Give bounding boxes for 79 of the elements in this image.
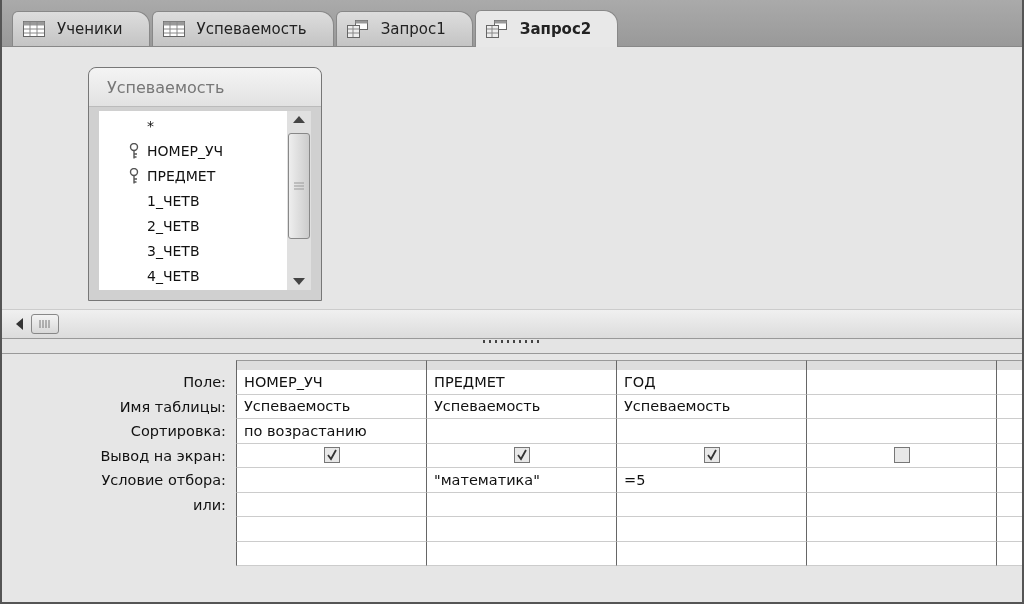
tab[interactable]: Запрос1 <box>335 11 473 46</box>
grid-cell[interactable] <box>996 492 1022 517</box>
row-label: Условие отбора: <box>101 471 226 490</box>
grid-cell[interactable] <box>806 419 996 444</box>
grid-cell[interactable] <box>616 541 806 566</box>
row-label: Поле: <box>183 373 226 392</box>
column-selector[interactable] <box>236 360 426 371</box>
field-list-item[interactable]: 1_ЧЕТВ <box>127 188 200 213</box>
row-label: Сортировка: <box>130 422 226 441</box>
grid-cell[interactable] <box>996 517 1022 542</box>
grid-cell[interactable] <box>996 468 1022 493</box>
grid-cell[interactable] <box>806 541 996 566</box>
grid-cell[interactable] <box>236 492 426 517</box>
grid-cell[interactable]: по возрастанию <box>236 419 426 444</box>
grid-cell[interactable] <box>236 468 426 493</box>
grid-cell[interactable] <box>996 443 1022 468</box>
grid-cell[interactable]: ПРЕДМЕТ <box>426 370 616 395</box>
grid-cell[interactable] <box>996 370 1022 395</box>
grid-cell[interactable] <box>616 443 806 468</box>
scroll-down-icon[interactable] <box>293 278 305 286</box>
grid-cell[interactable] <box>236 541 426 566</box>
field-list-item[interactable]: 2_ЧЕТВ <box>127 213 200 238</box>
field-list-item[interactable]: * <box>127 113 154 138</box>
grid-cell[interactable] <box>806 394 996 419</box>
show-checkbox[interactable] <box>513 447 530 464</box>
field-list-item[interactable]: 3_ЧЕТВ <box>127 238 200 263</box>
scrollbar-thumb[interactable] <box>31 314 59 334</box>
tab[interactable]: Ученики <box>12 11 150 46</box>
grid-cell[interactable] <box>806 443 996 468</box>
grip-icon <box>39 320 51 328</box>
grid-cell[interactable] <box>616 517 806 542</box>
grid-cell[interactable] <box>996 419 1022 444</box>
scroll-up-icon[interactable] <box>293 115 305 123</box>
grid-cell[interactable] <box>616 492 806 517</box>
row-label: Имя таблицы: <box>119 397 226 417</box>
grid-cell[interactable]: Успеваемость <box>426 394 616 419</box>
grid-cell[interactable] <box>996 541 1022 566</box>
grid-cell[interactable] <box>996 394 1022 419</box>
show-checkbox[interactable] <box>703 447 720 464</box>
grid-cell[interactable] <box>426 492 616 517</box>
field-list-title: Успеваемость <box>89 68 321 107</box>
grip-icon <box>294 182 304 190</box>
field-list-item[interactable]: 4_ЧЕТВ <box>127 263 200 288</box>
grid-cell[interactable] <box>426 419 616 444</box>
column-selector[interactable] <box>426 360 616 371</box>
row-label: Вывод на экран: <box>100 446 226 466</box>
grid-cell[interactable] <box>616 419 806 444</box>
splitter-grip-icon[interactable] <box>482 339 542 344</box>
show-checkbox[interactable] <box>323 447 340 464</box>
query-icon <box>485 20 508 38</box>
grid-cell[interactable] <box>236 517 426 542</box>
grid-cell[interactable]: "математика" <box>426 468 616 493</box>
grid-cell[interactable] <box>236 443 426 468</box>
grid-cell[interactable] <box>426 541 616 566</box>
field-list-item[interactable]: ПРЕДМЕТ <box>127 163 216 188</box>
grid-cell[interactable]: ГОД <box>616 370 806 395</box>
column-selector[interactable] <box>616 360 806 371</box>
table-icon <box>162 21 185 37</box>
column-selector[interactable] <box>996 360 1022 371</box>
tab[interactable]: Успеваемость <box>151 11 334 46</box>
scrollbar[interactable] <box>287 111 311 290</box>
grid-cell[interactable] <box>806 492 996 517</box>
grid-cell[interactable] <box>806 517 996 542</box>
query-icon <box>346 20 369 38</box>
column-selector[interactable] <box>806 360 996 371</box>
grid-cell[interactable]: НОМЕР_УЧ <box>236 370 426 395</box>
grid-cell[interactable]: Успеваемость <box>236 394 426 419</box>
field-list-item[interactable]: НОМЕР_УЧ <box>127 138 224 163</box>
grid-cell[interactable] <box>426 517 616 542</box>
grid-cell[interactable] <box>426 443 616 468</box>
row-label: или: <box>193 495 226 515</box>
tab[interactable]: Запрос2 <box>474 10 619 47</box>
show-checkbox[interactable] <box>893 447 910 464</box>
table-icon <box>23 21 45 37</box>
grid-cell[interactable]: Успеваемость <box>616 394 806 419</box>
scroll-left-icon[interactable] <box>16 318 23 330</box>
grid-cell[interactable]: =5 <box>616 468 806 493</box>
grid-cell[interactable] <box>806 468 996 493</box>
grid-cell[interactable] <box>806 370 996 395</box>
